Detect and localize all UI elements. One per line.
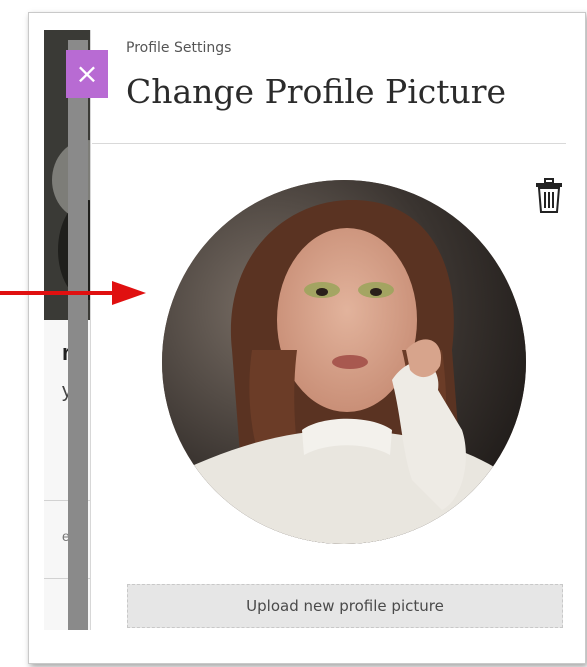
annotation-arrow xyxy=(0,281,146,305)
panel-kicker: Profile Settings xyxy=(126,40,232,56)
background-scrollbar xyxy=(68,40,88,630)
delete-picture-button[interactable] xyxy=(534,178,564,214)
close-button[interactable]: × xyxy=(66,50,108,98)
page-title: Change Profile Picture xyxy=(126,72,507,111)
profile-picture xyxy=(162,180,526,544)
header-divider xyxy=(92,143,566,144)
trash-icon xyxy=(536,178,562,213)
upload-picture-button[interactable]: Upload new profile picture xyxy=(127,584,563,628)
profile-photo xyxy=(162,180,526,544)
close-icon: × xyxy=(75,57,99,90)
